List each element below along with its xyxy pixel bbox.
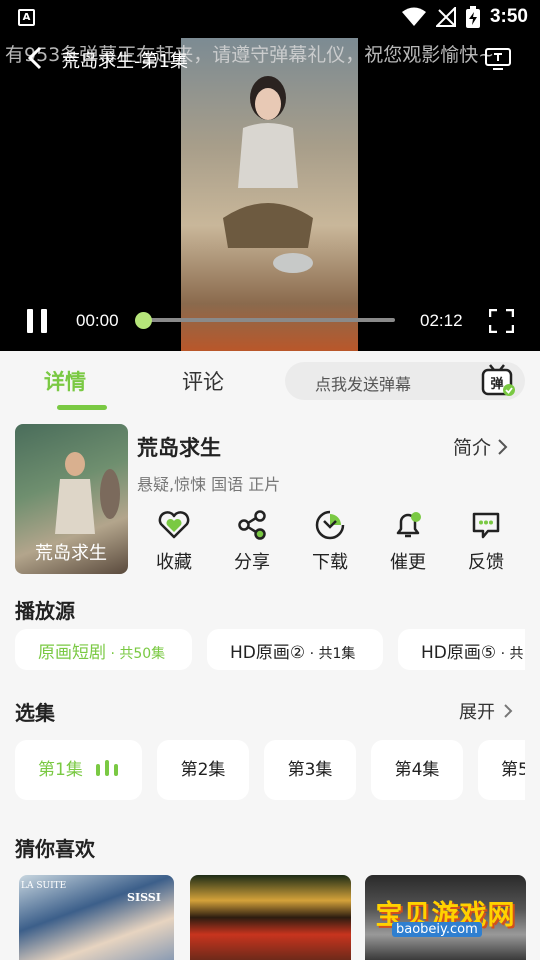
- favorite-label: 收藏: [156, 552, 192, 573]
- danmu-send-label: 弹: [490, 376, 503, 392]
- source-count: · 共1集: [305, 646, 356, 662]
- sources-title: 播放源: [15, 599, 75, 623]
- feedback-button[interactable]: 反馈: [456, 510, 516, 574]
- poster-title-text: 荒岛求生: [35, 543, 107, 564]
- heart-icon: [158, 511, 190, 539]
- episode-label: 第5: [501, 760, 525, 780]
- source-name: 原画短剧: [38, 643, 106, 663]
- source-name: HD原画②: [230, 643, 306, 663]
- expand-label: 展开: [459, 702, 495, 723]
- favorite-button[interactable]: 收藏: [144, 510, 204, 574]
- rec-card-text-2: SISSI: [127, 891, 161, 904]
- show-title: 荒岛求生: [137, 436, 221, 460]
- video-frame: [181, 38, 358, 351]
- share-button[interactable]: 分享: [222, 510, 282, 574]
- recommend-card-1[interactable]: LA SUITE SISSI: [19, 875, 174, 960]
- episodes-title: 选集: [15, 701, 55, 725]
- recommend-title: 猜你喜欢: [15, 837, 95, 861]
- download-button[interactable]: 下载: [300, 510, 360, 574]
- episode-4[interactable]: 第4集: [371, 740, 463, 800]
- source-chip-2[interactable]: HD原画② · 共1集: [207, 629, 383, 670]
- rec-card-text-1: LA SUITE: [21, 881, 67, 891]
- back-arrow-icon[interactable]: [24, 46, 48, 70]
- download-label: 下载: [312, 552, 348, 573]
- tab-details[interactable]: 详情: [44, 366, 86, 396]
- feedback-icon: [472, 512, 500, 539]
- current-time: 00:00: [76, 311, 119, 330]
- share-label: 分享: [234, 552, 270, 573]
- video-player[interactable]: A 3:50 有953条弹幕正在赶来，请遵守弹幕礼仪，祝您观影愉快~ 荒岛求生-…: [0, 0, 540, 351]
- feedback-label: 反馈: [468, 552, 504, 573]
- episode-3[interactable]: 第3集: [264, 740, 356, 800]
- no-signal-icon: [435, 7, 456, 27]
- show-poster[interactable]: 荒岛求生: [15, 424, 128, 574]
- recommend-card-3[interactable]: 宝贝游戏网 baobeiy.com: [365, 875, 526, 960]
- progress-track[interactable]: [143, 318, 395, 322]
- danmu-send-icon[interactable]: 弹: [480, 364, 516, 398]
- intro-label: 简介: [453, 437, 492, 459]
- chevron-right-icon: [498, 438, 508, 455]
- tv-cast-icon[interactable]: [484, 46, 512, 70]
- tab-underline: [57, 405, 107, 410]
- episode-5[interactable]: 第5: [478, 740, 525, 800]
- poster-image: 荒岛求生: [35, 452, 120, 564]
- download-icon: [315, 510, 345, 540]
- duration: 02:12: [420, 311, 463, 330]
- expand-episodes-button[interactable]: 展开: [459, 698, 513, 724]
- chevron-right-icon: [504, 704, 513, 718]
- share-icon: [238, 510, 266, 540]
- fullscreen-icon[interactable]: [489, 309, 514, 333]
- source-count: · 共50集: [106, 646, 166, 662]
- source-count: · 共: [496, 646, 524, 662]
- recommend-card-2[interactable]: [190, 875, 351, 960]
- watermark-url: baobeiy.com: [392, 922, 482, 937]
- bell-icon: [396, 512, 421, 538]
- status-time: 3:50: [489, 6, 528, 27]
- urge-update-label: 催更: [390, 552, 426, 573]
- danmu-placeholder: 点我发送弹幕: [315, 375, 412, 394]
- episode-2[interactable]: 第2集: [157, 740, 249, 800]
- video-person-image: [223, 76, 313, 273]
- wifi-icon: [401, 7, 426, 26]
- source-chip-3[interactable]: HD原画⑤ · 共: [398, 629, 525, 670]
- status-bar: A 3:50: [0, 0, 540, 38]
- episode-1[interactable]: 第1集: [15, 740, 142, 800]
- episode-label: 第3集: [287, 760, 333, 780]
- battery-charging-icon: [465, 6, 480, 28]
- episode-label: 第1集: [38, 760, 83, 780]
- episode-label: 第4集: [394, 760, 440, 780]
- urge-update-button[interactable]: 催更: [378, 510, 438, 574]
- pause-icon[interactable]: [27, 309, 49, 333]
- tab-comments[interactable]: 评论: [182, 366, 224, 396]
- playing-bars-icon: [96, 760, 122, 776]
- intro-button[interactable]: 简介: [453, 433, 509, 460]
- episode-label: 第2集: [180, 760, 226, 780]
- notification-icon: A: [18, 9, 35, 26]
- progress-knob[interactable]: [135, 312, 152, 329]
- source-name: HD原画⑤: [421, 643, 497, 663]
- video-title: 荒岛求生-第1集: [62, 51, 188, 72]
- source-chip-1[interactable]: 原画短剧 · 共50集: [15, 629, 192, 670]
- show-tags: 悬疑,惊悚 国语 正片: [137, 475, 281, 494]
